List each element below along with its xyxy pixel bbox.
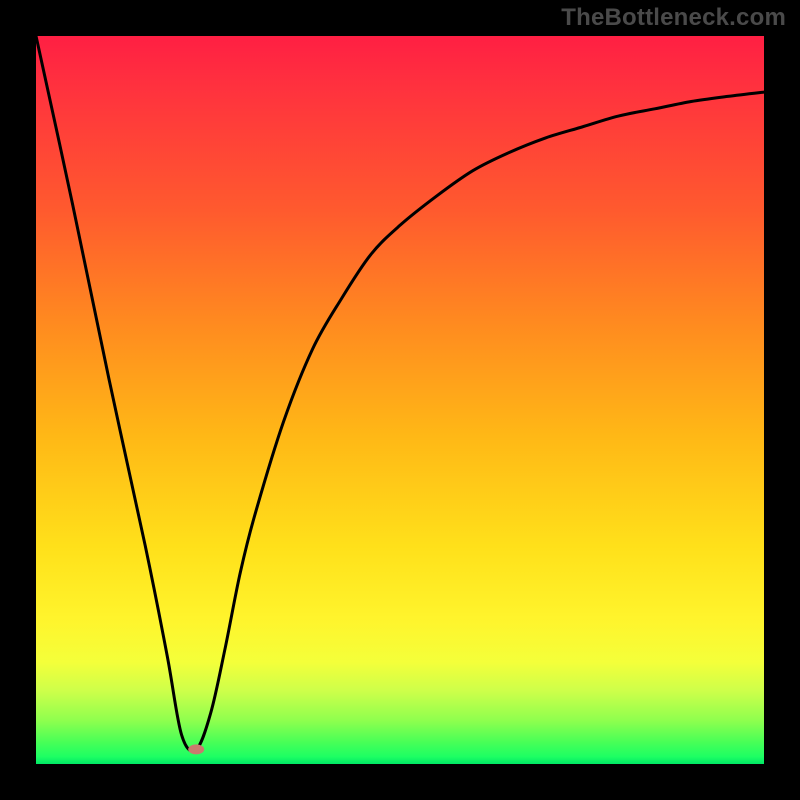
- chart-svg: [36, 36, 764, 764]
- chart-curve: [36, 36, 764, 751]
- watermark-text: TheBottleneck.com: [561, 4, 786, 32]
- plot-area: [36, 36, 764, 764]
- chart-frame: TheBottleneck.com: [0, 0, 800, 800]
- minimum-marker: [188, 744, 204, 754]
